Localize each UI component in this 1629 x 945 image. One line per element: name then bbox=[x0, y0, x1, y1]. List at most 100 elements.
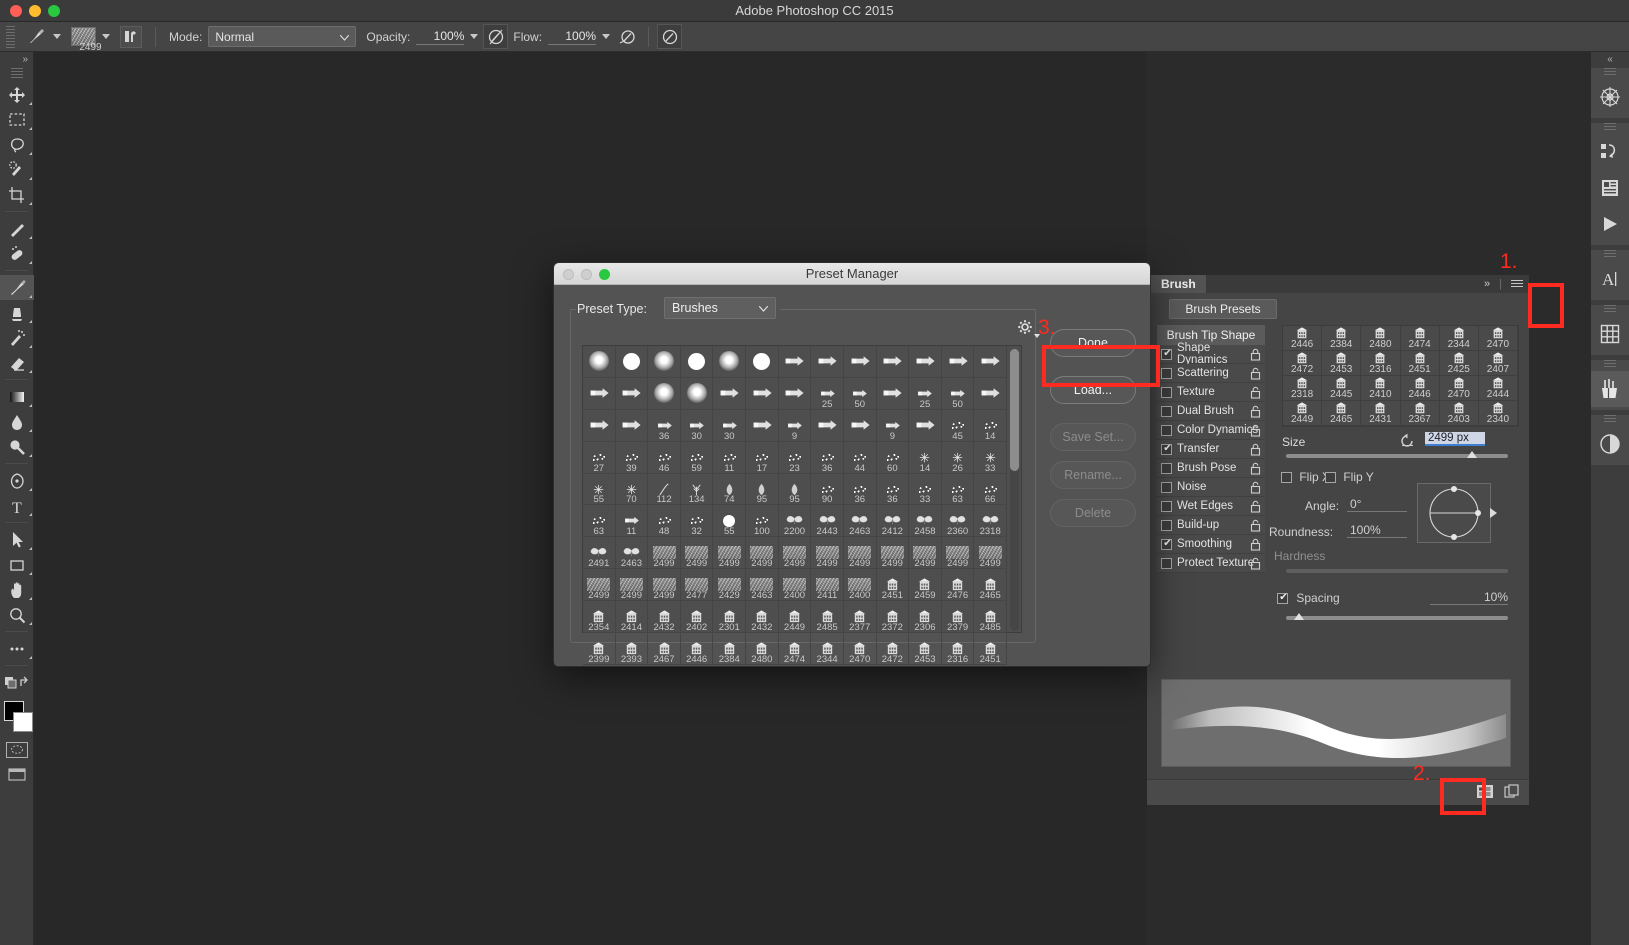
preset-brush-cell[interactable]: 2499 bbox=[648, 569, 681, 602]
preset-brush-cell[interactable]: 2446 bbox=[680, 633, 714, 665]
brush-tip-cell[interactable]: 2444 bbox=[1478, 376, 1518, 401]
preset-brush-cell[interactable] bbox=[811, 409, 844, 442]
preset-brush-cell[interactable]: 39 bbox=[615, 441, 649, 474]
preset-brush-cell[interactable] bbox=[843, 346, 877, 378]
timeline-play-icon[interactable] bbox=[1591, 206, 1629, 242]
dock-grip[interactable] bbox=[1604, 305, 1616, 314]
preset-brush-cell[interactable]: 95 bbox=[778, 473, 812, 506]
swatches-grid-icon[interactable] bbox=[1591, 316, 1629, 352]
preset-brush-cell[interactable]: 26 bbox=[941, 441, 975, 474]
dock-grip[interactable] bbox=[1604, 250, 1616, 259]
preset-grid-scroll-thumb[interactable] bbox=[1010, 349, 1019, 471]
preset-brush-cell[interactable]: 25 bbox=[811, 377, 844, 410]
preset-brush-cell[interactable] bbox=[583, 377, 616, 410]
toggle-brush-panel-button[interactable] bbox=[115, 22, 147, 52]
airbrush-button[interactable] bbox=[615, 24, 640, 49]
lasso-tool[interactable] bbox=[0, 132, 34, 157]
preset-brush-cell[interactable]: 2379 bbox=[941, 601, 975, 634]
preset-brush-cell[interactable]: 2458 bbox=[909, 505, 942, 538]
dock-grip[interactable] bbox=[1604, 415, 1616, 424]
preset-brush-cell[interactable] bbox=[746, 409, 779, 442]
mode-chevron-down-icon[interactable] bbox=[339, 30, 350, 44]
gradient-tool[interactable] bbox=[0, 384, 34, 409]
preset-brush-cell[interactable]: 2499 bbox=[615, 569, 649, 602]
preset-brush-cell[interactable]: 63 bbox=[941, 473, 975, 506]
brush-tip-cell[interactable]: 2410 bbox=[1361, 376, 1401, 401]
preset-brush-cell[interactable]: 112 bbox=[648, 473, 681, 506]
zoom-tool[interactable] bbox=[0, 602, 34, 627]
preset-brush-cell[interactable]: 2360 bbox=[941, 505, 975, 538]
lock-icon[interactable] bbox=[1250, 557, 1261, 573]
preset-brush-cell[interactable] bbox=[583, 346, 616, 378]
lock-icon[interactable] bbox=[1250, 519, 1261, 535]
lock-icon[interactable] bbox=[1250, 500, 1261, 516]
brush-preset-chevron-down-icon[interactable] bbox=[102, 34, 110, 39]
brush-tip-cell[interactable]: 2446 bbox=[1400, 376, 1440, 401]
dock-grip[interactable] bbox=[1604, 68, 1616, 77]
brush-tip-cell[interactable]: 2318 bbox=[1283, 376, 1323, 401]
preset-brush-cell[interactable]: 27 bbox=[583, 441, 616, 474]
lock-icon[interactable] bbox=[1250, 386, 1261, 402]
preset-brush-cell[interactable] bbox=[680, 377, 714, 410]
brush-tip-cell[interactable]: 2340 bbox=[1478, 401, 1518, 426]
checkbox[interactable] bbox=[1161, 537, 1173, 550]
preset-brush-cell[interactable]: 2449 bbox=[778, 601, 812, 634]
brush-tip-cell[interactable]: 2425 bbox=[1439, 351, 1479, 376]
brush-tool[interactable] bbox=[0, 275, 34, 300]
flip-x-option[interactable]: Flip X bbox=[1281, 470, 1330, 484]
preset-brush-cell[interactable]: 33 bbox=[909, 473, 942, 506]
checkbox[interactable] bbox=[1161, 519, 1172, 531]
edit-toolbar-button[interactable] bbox=[0, 636, 34, 661]
preset-brush-cell[interactable]: 2429 bbox=[713, 569, 747, 602]
preset-brush-cell[interactable]: 48 bbox=[648, 505, 681, 538]
preset-brush-cell[interactable]: 2499 bbox=[583, 569, 616, 602]
preset-brush-cell[interactable]: 2412 bbox=[876, 505, 910, 538]
preset-brush-cell[interactable] bbox=[746, 346, 779, 378]
brush-tip-cell[interactable]: 2403 bbox=[1439, 401, 1479, 426]
preset-brush-cell[interactable] bbox=[778, 377, 812, 410]
preset-brush-cell[interactable]: 2384 bbox=[713, 633, 747, 665]
preset-brush-cell[interactable]: 2400 bbox=[843, 569, 877, 602]
preset-brush-cell[interactable]: 2499 bbox=[648, 537, 681, 570]
preset-brush-cell[interactable]: 17 bbox=[746, 441, 779, 474]
preset-brush-cell[interactable]: 2463 bbox=[746, 569, 779, 602]
preset-brush-cell[interactable] bbox=[778, 346, 812, 378]
brush-preset-picker[interactable]: 2499 bbox=[66, 22, 115, 53]
preset-brush-cell[interactable]: 2499 bbox=[974, 537, 1007, 570]
preset-brush-cell[interactable]: 134 bbox=[680, 473, 714, 506]
preset-brush-cell[interactable]: 36 bbox=[648, 409, 681, 442]
quick-mask-button[interactable] bbox=[0, 737, 34, 762]
brush-option-build-up[interactable]: Build-up bbox=[1157, 516, 1265, 535]
brush-option-protect-texture[interactable]: Protect Texture bbox=[1157, 554, 1265, 573]
preset-brush-cell[interactable]: 2459 bbox=[909, 569, 942, 602]
brush-option-color-dynamics[interactable]: Color Dynamics bbox=[1157, 421, 1265, 440]
hand-tool[interactable] bbox=[0, 577, 34, 602]
brush-presets-button[interactable]: Brush Presets bbox=[1169, 299, 1277, 319]
mode-select[interactable]: Normal bbox=[208, 26, 357, 47]
preset-brush-cell[interactable]: 2354 bbox=[583, 601, 616, 634]
preset-brush-cell[interactable]: 2463 bbox=[843, 505, 877, 538]
preset-brush-cell[interactable]: 2399 bbox=[583, 633, 616, 665]
spacing-input[interactable]: 10% bbox=[1430, 590, 1508, 605]
clone-stamp-tool[interactable] bbox=[0, 300, 34, 325]
preset-brush-cell[interactable] bbox=[648, 346, 681, 378]
preset-brush-cell[interactable]: 11 bbox=[713, 441, 747, 474]
preset-brush-cell[interactable]: 32 bbox=[680, 505, 714, 538]
brush-option-wet-edges[interactable]: Wet Edges bbox=[1157, 497, 1265, 516]
brush-option-brush-pose[interactable]: Brush Pose bbox=[1157, 459, 1265, 478]
preset-brush-cell[interactable]: 2393 bbox=[615, 633, 649, 665]
checkbox[interactable] bbox=[1161, 462, 1172, 474]
preset-brush-cell[interactable]: 2499 bbox=[876, 537, 910, 570]
preset-brush-cell[interactable] bbox=[909, 346, 942, 378]
preset-brush-cell[interactable]: 46 bbox=[648, 441, 681, 474]
flip-y-checkbox[interactable] bbox=[1325, 472, 1336, 483]
brush-tip-cell[interactable]: 2431 bbox=[1361, 401, 1401, 426]
preset-brush-cell[interactable]: 2499 bbox=[811, 537, 844, 570]
preset-brush-cell[interactable]: 2318 bbox=[974, 505, 1007, 538]
checkbox[interactable] bbox=[1161, 500, 1172, 512]
preset-brush-cell[interactable]: 2470 bbox=[843, 633, 877, 665]
brush-option-noise[interactable]: Noise bbox=[1157, 478, 1265, 497]
preset-brush-cell[interactable]: 2499 bbox=[680, 537, 714, 570]
brush-option-texture[interactable]: Texture bbox=[1157, 383, 1265, 402]
preset-brush-cell[interactable]: 50 bbox=[843, 377, 877, 410]
